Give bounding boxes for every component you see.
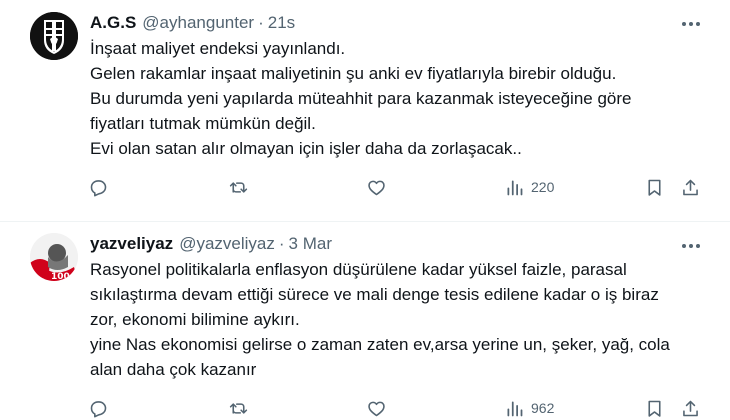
- timestamp[interactable]: 21s: [268, 13, 295, 33]
- like-icon: [368, 180, 385, 195]
- view-count: 962: [531, 400, 555, 416]
- text-line: Evi olan satan alır olmayan için işler d…: [90, 139, 522, 158]
- tweet-header: yazveliyaz @yazveliyaz · 3 Mar: [90, 233, 332, 255]
- separator-dot: ·: [278, 234, 285, 253]
- action-bar: 220: [88, 174, 708, 200]
- svg-text:100: 100: [51, 272, 70, 281]
- bookmark-button[interactable]: [644, 174, 665, 200]
- retweet-button[interactable]: [228, 174, 249, 200]
- retweet-icon: [229, 181, 248, 193]
- like-button[interactable]: [366, 174, 387, 200]
- text-line: sıkılaştırma devam ettiği sürece ve mali…: [90, 285, 659, 304]
- more-button[interactable]: [680, 13, 702, 35]
- views-icon: [507, 401, 523, 416]
- bookmark-icon: [648, 400, 661, 417]
- tweet-text: İnşaat maliyet endeksi yayınlandı. Gelen…: [90, 36, 710, 161]
- text-line: Rasyonel politikalarla enflasyon düşürül…: [90, 260, 627, 279]
- text-line: yine Nas ekonomisi gelirse o zaman zaten…: [90, 335, 670, 354]
- share-icon: [683, 400, 698, 416]
- timestamp[interactable]: 3 Mar: [289, 234, 332, 254]
- views-button[interactable]: 220: [504, 174, 554, 200]
- view-count: 220: [531, 179, 555, 195]
- text-line: fiyatları tutmak mümkün değil.: [90, 114, 316, 133]
- more-icon: [682, 244, 700, 248]
- avatar[interactable]: 100: [30, 233, 78, 281]
- like-icon: [368, 401, 385, 416]
- reply-button[interactable]: [88, 174, 109, 200]
- share-icon: [683, 179, 698, 195]
- display-name[interactable]: yazveliyaz: [90, 234, 173, 254]
- tweet-1[interactable]: A.G.S @ayhangunter · 21s İnşaat maliyet …: [0, 0, 730, 222]
- action-bar: 962: [88, 395, 708, 420]
- bookmark-icon: [648, 179, 661, 196]
- tweet-text: Rasyonel politikalarla enflasyon düşürül…: [90, 257, 710, 382]
- more-button[interactable]: [680, 235, 702, 257]
- more-icon: [682, 22, 700, 26]
- display-name[interactable]: A.G.S: [90, 13, 136, 33]
- separator-dot: ·: [258, 13, 264, 32]
- views-icon: [507, 180, 523, 195]
- text-line: zor, ekonomi bilimine aykırı.: [90, 310, 300, 329]
- text-line: alan daha çok kazanır: [90, 360, 257, 379]
- text-line: Gelen rakamlar inşaat maliyetinin şu ank…: [90, 64, 617, 83]
- retweet-button[interactable]: [228, 395, 249, 420]
- avatar[interactable]: [30, 12, 78, 60]
- share-button[interactable]: [680, 395, 701, 420]
- tweet-2[interactable]: 100 yazveliyaz @yazveliyaz · 3 Mar Rasyo…: [0, 223, 730, 420]
- text-line: Bu durumda yeni yapılarda müteahhit para…: [90, 89, 632, 108]
- user-handle[interactable]: @ayhangunter: [142, 13, 254, 33]
- views-button[interactable]: 962: [504, 395, 554, 420]
- portrait-avatar-icon: 100: [30, 233, 78, 281]
- club-crest-icon: [30, 12, 78, 60]
- tweet-header: A.G.S @ayhangunter · 21s: [90, 12, 295, 34]
- user-handle[interactable]: @yazveliyaz: [179, 234, 275, 254]
- like-button[interactable]: [366, 395, 387, 420]
- text-line: İnşaat maliyet endeksi yayınlandı.: [90, 39, 346, 58]
- reply-icon: [90, 179, 107, 196]
- reply-button[interactable]: [88, 395, 109, 420]
- reply-icon: [90, 400, 107, 417]
- retweet-icon: [229, 402, 248, 414]
- share-button[interactable]: [680, 174, 701, 200]
- bookmark-button[interactable]: [644, 395, 665, 420]
